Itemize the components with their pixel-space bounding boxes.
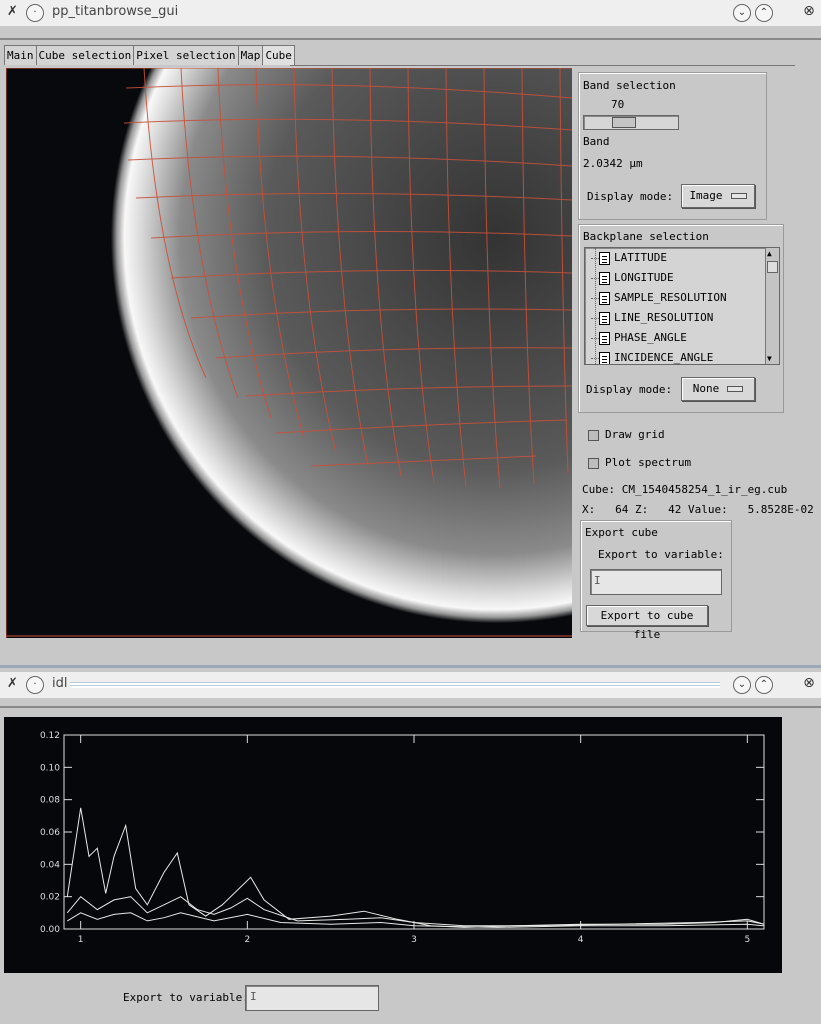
list-item[interactable]: LONGITUDE (591, 268, 674, 288)
backplane-list[interactable]: LATITUDE LONGITUDE SAMPLE_RESOLUTION LIN… (584, 247, 780, 365)
band-display-mode-select[interactable]: Image (681, 184, 755, 208)
scroll-down-icon[interactable]: ▼ (767, 354, 772, 363)
x-tick-label: 5 (744, 935, 750, 945)
list-item[interactable]: LATITUDE (591, 248, 667, 268)
maximize-icon[interactable]: ⌃ (755, 676, 773, 694)
scroll-up-icon[interactable]: ▲ (767, 249, 772, 258)
maximize-icon[interactable]: ⌃ (755, 4, 773, 22)
band-slider-value: 70 (611, 98, 625, 111)
export-variable-input[interactable]: I (590, 569, 722, 595)
x-tick-label: 2 (244, 935, 250, 945)
cube-image-display[interactable] (6, 68, 572, 638)
y-tick-label: 0.00 (40, 925, 60, 935)
y-tick-label: 0.10 (40, 763, 60, 773)
cube-info: Cube: CM_1540458254_1_ir_eg.cub (582, 483, 788, 496)
display-mode-label: Display mode: (586, 383, 673, 396)
window-separator (0, 665, 821, 668)
bottom-export-input[interactable]: I (245, 985, 379, 1011)
idl-window-titlebar: ✗ · idl ⌄ ⌃ ⊗ (0, 672, 821, 698)
tools-icon[interactable]: ✗ (7, 676, 18, 691)
text-cursor-icon: I (250, 990, 257, 1003)
divider (0, 706, 821, 708)
tab-main[interactable]: Main (4, 45, 37, 65)
minimize-icon[interactable]: ⌄ (733, 676, 751, 694)
tab-line (290, 65, 795, 66)
x-tick-label: 1 (78, 935, 84, 945)
document-icon (599, 331, 610, 345)
list-item[interactable]: SAMPLE_RESOLUTION (591, 288, 727, 308)
tab-cube[interactable]: Cube (262, 45, 295, 65)
bottom-export-label: Export to variable: (123, 991, 249, 1004)
tools-icon[interactable]: ✗ (7, 4, 18, 19)
checkbox-icon (588, 429, 599, 441)
plot-spectrum-label: Plot spectrum (605, 456, 692, 469)
y-tick-label: 0.06 (40, 828, 60, 838)
export-cube-title: Export cube (585, 526, 658, 539)
list-item[interactable]: LINE_RESOLUTION (591, 308, 713, 328)
document-icon (599, 311, 610, 325)
window-title: pp_titanbrowse_gui (52, 4, 179, 19)
export-variable-label: Export to variable: (598, 548, 724, 561)
document-icon (599, 291, 610, 305)
backplane-display-mode-value: None (692, 382, 720, 395)
document-icon (599, 251, 610, 265)
dropdown-icon (730, 193, 747, 199)
document-icon (599, 271, 610, 285)
y-tick-label: 0.04 (40, 860, 60, 870)
backplane-selection-panel: Backplane selection LATITUDE LONGITUDE S… (578, 224, 784, 413)
tab-pixel-selection[interactable]: Pixel selection (133, 45, 239, 65)
idl-window-title: idl (52, 676, 68, 691)
menu-icon[interactable]: · (26, 4, 44, 22)
top-window-titlebar: ✗ · pp_titanbrowse_gui ⌄ ⌃ ⊗ (0, 0, 821, 26)
spectrum-plot[interactable]: 0.00 0.02 0.04 0.06 0.08 0.10 0.12 1 2 3 4 5 (4, 717, 782, 973)
band-label: Band (583, 135, 610, 148)
titlebar-grooves (70, 682, 720, 688)
band-selection-title: Band selection (583, 79, 676, 92)
scrollbar[interactable]: ▲ ▼ (765, 248, 779, 364)
tab-bar: Main Cube selection Pixel selection Map Cube (4, 45, 295, 66)
text-cursor-icon: I (594, 574, 601, 587)
x-tick-label: 3 (411, 935, 417, 945)
y-tick-label: 0.12 (40, 731, 60, 741)
close-icon[interactable]: ⊗ (801, 676, 817, 692)
slider-thumb[interactable] (612, 117, 636, 128)
backplane-selection-title: Backplane selection (583, 230, 709, 243)
tab-cube-selection[interactable]: Cube selection (35, 45, 135, 65)
menu-icon[interactable]: · (26, 676, 44, 694)
plot-spectrum-checkbox[interactable]: Plot spectrum (588, 456, 691, 469)
export-cube-panel: Export cube Export to variable: I Export… (580, 520, 732, 641)
list-item[interactable]: PHASE_ANGLE (591, 328, 687, 348)
close-icon[interactable]: ⊗ (801, 4, 817, 20)
export-cube-file-button[interactable]: Export to cube file (586, 605, 708, 641)
draw-grid-checkbox[interactable]: Draw grid (588, 428, 665, 441)
band-selection-panel: Band selection 70 Band 2.0342 µm Display… (578, 72, 767, 220)
band-display-mode-value: Image (689, 189, 723, 202)
backplane-display-mode-select[interactable]: None (681, 377, 755, 401)
display-mode-label: Display mode: (587, 190, 674, 203)
dropdown-icon (727, 386, 744, 392)
divider (0, 38, 821, 40)
x-tick-label: 4 (578, 935, 584, 945)
y-tick-label: 0.02 (40, 893, 60, 903)
pixel-info: X: 64 Z: 42 Value: 5.8528E-02 (582, 503, 814, 516)
scroll-thumb[interactable] (767, 261, 778, 273)
list-item[interactable]: INCIDENCE_ANGLE (591, 348, 713, 364)
y-tick-label: 0.08 (40, 796, 60, 806)
band-slider[interactable] (583, 115, 679, 130)
draw-grid-label: Draw grid (605, 428, 665, 441)
document-icon (599, 351, 610, 364)
band-wavelength: 2.0342 µm (583, 157, 643, 170)
checkbox-icon (588, 457, 599, 469)
minimize-icon[interactable]: ⌄ (733, 4, 751, 22)
tab-map[interactable]: Map (237, 45, 264, 65)
